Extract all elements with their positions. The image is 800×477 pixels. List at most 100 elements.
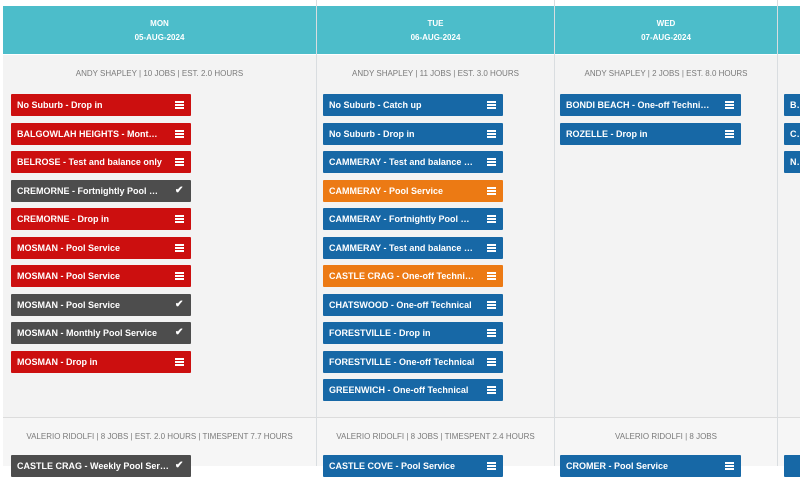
- job-card[interactable]: CAMMERAY - Test and balance …: [323, 151, 503, 173]
- job-label: No Suburb - Drop in: [17, 100, 103, 110]
- job-label: CAMMERAY - Pool Service: [329, 185, 444, 196]
- job-card[interactable]: MOSMAN - Pool Service: [11, 265, 191, 287]
- job-card[interactable]: CREMORNE - Fortnightly Pool … ✔: [11, 179, 191, 202]
- job-label: CASTLE CRAG - Weekly Pool Service: [17, 461, 178, 471]
- day-name: WED: [656, 19, 676, 28]
- menu-icon[interactable]: [175, 151, 185, 173]
- menu-icon[interactable]: [487, 351, 497, 373]
- day-column: [778, 0, 800, 466]
- technician-summary: ANDY SHAPLEY | 2 JOBS | EST. 8.0 HOURS: [584, 69, 748, 78]
- menu-icon[interactable]: [487, 455, 497, 477]
- menu-icon[interactable]: [175, 123, 185, 145]
- job-label: BONDI BEACH - One-off Techni…: [566, 100, 710, 110]
- job-label: CREMORNE - Drop in: [17, 214, 109, 224]
- menu-icon[interactable]: [487, 265, 497, 287]
- job-label: CAMMERAY - Test and balance …: [329, 242, 473, 253]
- job-card[interactable]: GREENWICH - One-off Technical: [323, 379, 503, 401]
- job-label: CREMORNE - Fortnightly Pool …: [17, 185, 158, 196]
- menu-icon[interactable]: [175, 265, 185, 287]
- job-label: MOSMAN - Pool Service: [17, 242, 121, 253]
- job-card[interactable]: MOSMAN - Drop in: [11, 350, 191, 373]
- day-column: MON 05-AUG-2024 ANDY SHAPLEY | 10 JOBS | E…: [3, 0, 317, 466]
- job-label: No Suburb - Drop in: [329, 128, 415, 139]
- day-column: WED 07-AUG-2024 ANDY SHAPLEY | 2 JOBS | ES…: [555, 0, 778, 466]
- technician-summary: ANDY SHAPLEY | 10 JOBS | EST. 2.0 HOURS: [75, 69, 244, 78]
- job-card[interactable]: [784, 455, 800, 477]
- menu-icon[interactable]: [487, 94, 497, 116]
- job-card[interactable]: BO: [784, 94, 800, 116]
- menu-icon[interactable]: [725, 123, 735, 145]
- menu-icon[interactable]: [487, 151, 497, 173]
- job-card[interactable]: CAMMERAY - Pool Service: [323, 179, 503, 202]
- job-card[interactable]: CASTLE CRAG - One-off Techni…: [323, 265, 503, 287]
- job-label: CAMMERAY - Test and balance …: [329, 157, 473, 167]
- menu-icon[interactable]: [487, 208, 497, 230]
- job-card[interactable]: MOSMAN - Monthly Pool Service ✔: [11, 322, 191, 344]
- job-label: CAMMERAY - Fortnightly Pool …: [329, 214, 470, 224]
- job-label: MOSMAN - Pool Service: [17, 299, 121, 310]
- technician-summary: VALERIO RIDOLFI | 8 JOBS: [615, 432, 717, 441]
- check-icon[interactable]: ✔: [175, 180, 185, 202]
- menu-icon[interactable]: [487, 123, 497, 145]
- job-label: CO: [790, 128, 800, 139]
- menu-icon[interactable]: [175, 351, 185, 373]
- job-label: MOSMAN - Drop in: [17, 356, 98, 367]
- job-label: NO: [790, 157, 800, 167]
- job-label: BALGOWLAH HEIGHTS - Mont…: [17, 128, 158, 139]
- menu-icon[interactable]: [487, 379, 497, 401]
- day-header: WED 07-AUG-2024: [555, 6, 777, 54]
- job-card[interactable]: No Suburb - Drop in: [11, 94, 191, 116]
- menu-icon[interactable]: [487, 294, 497, 316]
- day-header: MON 05-AUG-2024: [3, 6, 316, 54]
- menu-icon[interactable]: [725, 455, 735, 477]
- job-card[interactable]: ROZELLE - Drop in: [560, 122, 741, 145]
- day-date: 07-AUG-2024: [641, 33, 691, 42]
- technician-summary: VALERIO RIDOLFI | 8 JOBS | EST. 2.0 HOUR…: [26, 432, 293, 441]
- job-card[interactable]: CO: [784, 122, 800, 145]
- day-header: TUE 06-AUG-2024: [317, 6, 554, 54]
- day-name: TUE: [427, 19, 444, 28]
- check-icon[interactable]: ✔: [175, 455, 185, 477]
- menu-icon[interactable]: [487, 237, 497, 259]
- menu-icon[interactable]: [175, 208, 185, 230]
- job-label: No Suburb - Catch up: [329, 100, 422, 110]
- job-card[interactable]: CHATSWOOD - One-off Technical: [323, 293, 503, 316]
- job-label: CROMER - Pool Service: [566, 461, 669, 471]
- job-card[interactable]: CROMER - Pool Service: [560, 455, 741, 477]
- job-card[interactable]: CASTLE COVE - Pool Service: [323, 455, 503, 477]
- job-card[interactable]: FORESTVILLE - One-off Technical: [323, 350, 503, 373]
- job-card[interactable]: CASTLE CRAG - Weekly Pool Service ✔: [11, 455, 191, 477]
- job-label: CASTLE COVE - Pool Service: [329, 461, 456, 471]
- technician-summary: VALERIO RIDOLFI | 8 JOBS | TIMESPENT 2.4…: [336, 432, 535, 441]
- job-label: CHATSWOOD - One-off Technical: [329, 299, 472, 310]
- check-icon[interactable]: ✔: [175, 294, 185, 316]
- job-card[interactable]: MOSMAN - Pool Service: [11, 236, 191, 259]
- check-icon[interactable]: ✔: [175, 322, 185, 344]
- job-card[interactable]: No Suburb - Catch up: [323, 94, 503, 116]
- job-label: FORESTVILLE - Drop in: [329, 328, 431, 338]
- menu-icon[interactable]: [175, 237, 185, 259]
- job-card[interactable]: NO: [784, 151, 800, 173]
- job-label: FORESTVILLE - One-off Technical: [329, 356, 475, 367]
- job-label: MOSMAN - Monthly Pool Service: [17, 328, 158, 338]
- menu-icon[interactable]: [487, 180, 497, 202]
- job-card[interactable]: CREMORNE - Drop in: [11, 208, 191, 230]
- job-card[interactable]: No Suburb - Drop in: [323, 122, 503, 145]
- job-card[interactable]: CAMMERAY - Fortnightly Pool …: [323, 208, 503, 230]
- job-label: BO: [790, 100, 800, 110]
- menu-icon[interactable]: [487, 322, 497, 344]
- job-label: BELROSE - Test and balance only: [17, 157, 162, 167]
- job-label: MOSMAN - Pool Service: [17, 271, 121, 281]
- job-card[interactable]: BONDI BEACH - One-off Techni…: [560, 94, 741, 116]
- job-card[interactable]: MOSMAN - Pool Service ✔: [11, 293, 191, 316]
- job-card[interactable]: BELROSE - Test and balance only: [11, 151, 191, 173]
- job-card[interactable]: CAMMERAY - Test and balance …: [323, 236, 503, 259]
- day-date: 06-AUG-2024: [410, 33, 461, 42]
- menu-icon[interactable]: [175, 94, 185, 116]
- menu-icon[interactable]: [725, 94, 735, 116]
- job-label: ROZELLE - Drop in: [566, 128, 648, 139]
- job-card[interactable]: FORESTVILLE - Drop in: [323, 322, 503, 344]
- job-card[interactable]: BALGOWLAH HEIGHTS - Mont…: [11, 122, 191, 145]
- day-header: [778, 6, 800, 54]
- job-label: GREENWICH - One-off Technical: [329, 385, 469, 395]
